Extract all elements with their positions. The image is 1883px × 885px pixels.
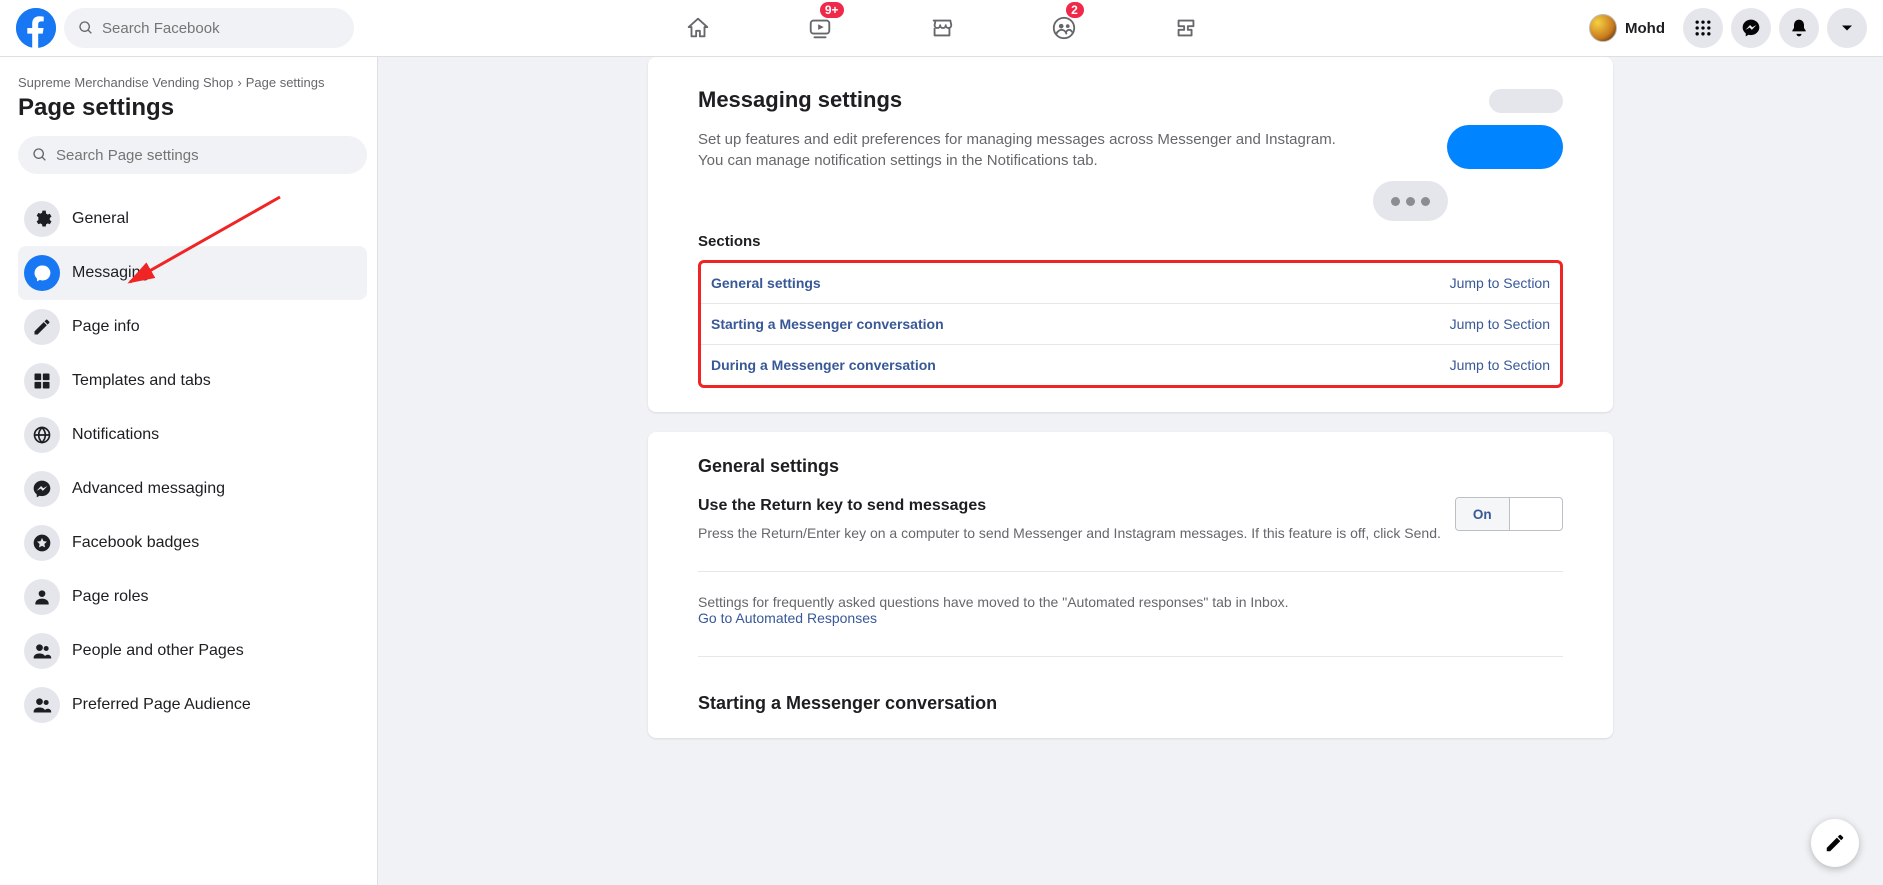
toggle-on-label: On	[1456, 498, 1510, 530]
sidebar-item-label: Messaging	[72, 264, 149, 282]
side-search-input[interactable]	[56, 147, 353, 164]
jump-link[interactable]: Jump to Section	[1450, 357, 1550, 373]
settings-card-body: General settings Use the Return key to s…	[648, 432, 1613, 738]
sidebar-item-label: Templates and tabs	[72, 372, 211, 390]
card-subtitle: Set up features and edit preferences for…	[698, 129, 1353, 171]
chat-illustration	[1363, 87, 1563, 233]
general-settings-heading: General settings	[698, 456, 1563, 477]
sidebar-item-templates[interactable]: Templates and tabs	[18, 354, 367, 408]
sections-heading: Sections	[698, 233, 1563, 250]
grid-icon	[1693, 18, 1713, 38]
people-icon	[32, 695, 52, 715]
star-icon	[32, 533, 52, 553]
messenger-button[interactable]	[1731, 8, 1771, 48]
facebook-logo[interactable]	[16, 8, 56, 48]
main-content: Messaging settings Set up features and e…	[378, 57, 1883, 885]
nav-groups[interactable]: 2	[1008, 4, 1120, 52]
sidebar: Supreme Merchandise Vending Shop›Page se…	[0, 57, 378, 885]
page-title: Page settings	[18, 94, 367, 122]
groups-badge: 2	[1066, 2, 1084, 18]
account-button[interactable]	[1827, 8, 1867, 48]
top-nav: 9+ 2	[642, 4, 1242, 52]
menu-button[interactable]	[1683, 8, 1723, 48]
compose-icon	[1824, 832, 1846, 854]
globe-icon	[32, 425, 52, 445]
top-search-input[interactable]	[102, 20, 340, 37]
profile-name: Mohd	[1625, 20, 1665, 37]
starting-conversation-heading: Starting a Messenger conversation	[698, 693, 1563, 714]
topbar-right: Mohd	[1586, 8, 1883, 48]
sidebar-item-label: Preferred Page Audience	[72, 696, 251, 714]
sidebar-item-pageroles[interactable]: Page roles	[18, 570, 367, 624]
messenger-icon	[1741, 18, 1761, 38]
section-link[interactable]: Starting a Messenger conversation	[711, 316, 944, 332]
templates-icon	[32, 371, 52, 391]
bell-icon	[1789, 18, 1809, 38]
sidebar-item-pageinfo[interactable]: Page info	[18, 300, 367, 354]
nav-watch[interactable]: 9+	[764, 4, 876, 52]
topbar: 9+ 2 Mohd	[0, 0, 1883, 57]
automated-responses-link[interactable]: Go to Automated Responses	[698, 610, 877, 626]
sidebar-item-messaging[interactable]: Messaging	[18, 246, 367, 300]
section-link[interactable]: General settings	[711, 275, 821, 291]
sidebar-item-people[interactable]: People and other Pages	[18, 624, 367, 678]
breadcrumb-current: Page settings	[246, 75, 325, 90]
nav-marketplace[interactable]	[886, 4, 998, 52]
sidebar-item-label: General	[72, 210, 129, 228]
sidebar-item-label: Notifications	[72, 426, 159, 444]
card-title: Messaging settings	[698, 87, 1363, 113]
settings-card: Messaging settings Set up features and e…	[648, 57, 1613, 412]
person-icon	[32, 587, 52, 607]
sidebar-item-notifications[interactable]: Notifications	[18, 408, 367, 462]
top-search[interactable]	[64, 8, 354, 48]
compose-button[interactable]	[1811, 819, 1859, 867]
sidebar-item-advmsg[interactable]: Advanced messaging	[18, 462, 367, 516]
toggle-off	[1510, 498, 1563, 530]
nav-gaming[interactable]	[1130, 4, 1242, 52]
sidebar-item-label: Page roles	[72, 588, 149, 606]
avatar	[1589, 14, 1617, 42]
return-key-desc: Press the Return/Enter key on a computer…	[698, 525, 1455, 541]
sidebar-item-audience[interactable]: Preferred Page Audience	[18, 678, 367, 732]
nav-home[interactable]	[642, 4, 754, 52]
people-icon	[32, 641, 52, 661]
breadcrumb: Supreme Merchandise Vending Shop›Page se…	[18, 75, 367, 90]
jump-link[interactable]: Jump to Section	[1450, 316, 1550, 332]
side-search[interactable]	[18, 136, 367, 174]
breadcrumb-page[interactable]: Supreme Merchandise Vending Shop	[18, 75, 233, 90]
search-icon	[78, 20, 94, 36]
watch-badge: 9+	[820, 2, 844, 18]
search-icon	[32, 147, 48, 163]
section-link-row[interactable]: During a Messenger conversation Jump to …	[701, 344, 1560, 385]
topbar-left	[0, 8, 360, 48]
shell: Supreme Merchandise Vending Shop›Page se…	[0, 57, 1883, 885]
sidebar-item-label: Facebook badges	[72, 534, 199, 552]
sidebar-item-label: Advanced messaging	[72, 480, 225, 498]
section-link-row[interactable]: General settings Jump to Section	[701, 263, 1560, 303]
messenger-icon	[32, 479, 52, 499]
gear-icon	[32, 209, 52, 229]
pencil-icon	[32, 317, 52, 337]
sections-highlight-box: General settings Jump to Section Startin…	[698, 260, 1563, 388]
notifications-button[interactable]	[1779, 8, 1819, 48]
caret-down-icon	[1837, 18, 1857, 38]
chat-icon	[32, 263, 52, 283]
return-key-title: Use the Return key to send messages	[698, 497, 1455, 515]
section-link-row[interactable]: Starting a Messenger conversation Jump t…	[701, 303, 1560, 344]
sidebar-item-general[interactable]: General	[18, 192, 367, 246]
sidebar-item-label: People and other Pages	[72, 642, 244, 660]
profile-chip[interactable]: Mohd	[1586, 10, 1675, 46]
return-key-toggle[interactable]: On	[1455, 497, 1563, 531]
sidebar-item-label: Page info	[72, 318, 140, 336]
sidebar-item-badges[interactable]: Facebook badges	[18, 516, 367, 570]
jump-link[interactable]: Jump to Section	[1450, 275, 1550, 291]
faq-moved-text: Settings for frequently asked questions …	[698, 594, 1563, 610]
section-link[interactable]: During a Messenger conversation	[711, 357, 936, 373]
